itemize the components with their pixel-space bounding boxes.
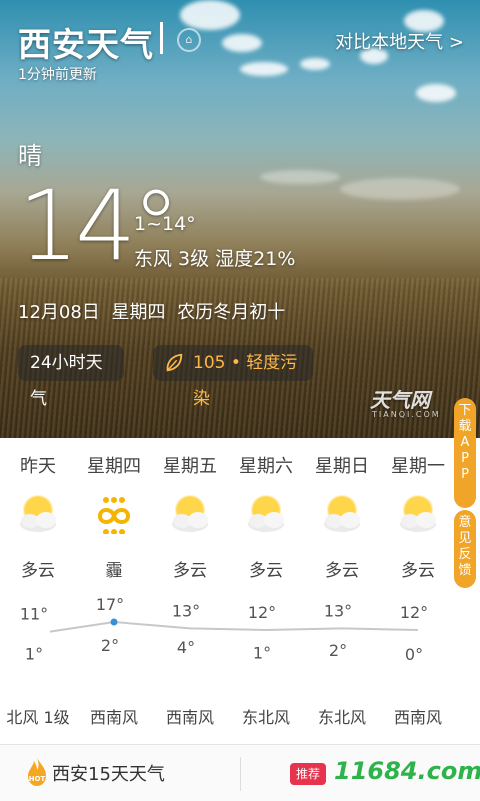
forecast-wind: 北风 1级 [6,708,70,727]
cloud [340,178,460,200]
partly-cloudy-icon [248,495,284,532]
high-temperature-line [49,620,419,633]
forecast-panel: 11° 1° 17° 2° 13° 4° 12° 1° 13° 2° 12° 0° 昨天多云北风 1级… [0,438,480,744]
forecast-condition: 多云 [249,561,283,581]
forecast-wind: 西南风 [165,708,214,727]
hot-fire-icon: HOT [28,758,46,786]
forecast-condition: 多云 [401,561,435,581]
partly-cloudy-icon [400,495,436,532]
cloud [260,170,340,184]
forecast-day-name: 星期六 [239,456,293,477]
forecast-day-name: 星期四 [87,456,141,477]
bottom-divider [240,757,241,791]
update-time: 1分钟前更新 [18,67,97,83]
feedback-label: 意见反馈 [458,515,472,578]
forecast-wind: 东北风 [317,708,366,727]
forecast-day-name: 星期五 [163,456,217,477]
low-temperature-label: 4° [177,638,195,657]
download-app-label: 下载APP [458,403,472,482]
forecast-condition: 多云 [21,561,55,581]
hot-badge: HOT [29,775,46,783]
feedback-tab[interactable]: 意见反馈 [454,510,476,588]
hourly-weather-button[interactable]: 24小时天气 [18,345,124,409]
low-temperature-label: 1° [25,645,43,664]
haze-icon [97,497,131,534]
temperature-chart: 11° 1° 17° 2° 13° 4° 12° 1° 13° 2° 12° 0° [20,595,428,664]
forecast-day-name: 星期日 [315,456,369,477]
today-point [110,618,118,626]
high-temperature-label: 12° [400,603,428,622]
current-condition: 晴 [18,142,42,170]
download-app-tab[interactable]: 下载APP [454,398,476,508]
cloud [222,34,262,52]
forecast-condition: 多云 [173,561,207,581]
high-temperature-label: 11° [20,605,48,624]
forecast-day-name: 星期一 [391,456,445,477]
city-name[interactable]: 西安天气 [18,18,154,66]
city-divider [160,22,163,54]
high-temperature-label: 13° [172,601,200,620]
bottom-bar: HOT 西安15天天气 推荐 11684.com [0,744,480,801]
air-quality-button[interactable]: 105 • 轻度污染 [153,345,313,409]
location-icon[interactable]: ⌂ [177,28,201,52]
site-logo: 11684.com [334,757,480,785]
high-temperature-label: 12° [248,603,276,622]
high-temperature-label: 17° [96,595,124,614]
leaf-icon [166,353,183,372]
forecast-condition: 霾 [105,561,123,581]
forecast-wind: 西南风 [89,708,138,727]
forecast-day-name: 昨天 [20,456,56,477]
temperature-range: 1~14° [134,213,196,235]
wind-humidity: 东风 3级 湿度21% [134,248,296,270]
date-line: 12月08日 星期四 农历冬月初十 [18,302,286,323]
fifteen-day-weather-link[interactable]: 西安15天天气 [52,760,165,786]
partly-cloudy-icon [20,495,56,532]
cloud [300,58,330,70]
low-temperature-label: 2° [101,636,119,655]
recommend-badge[interactable]: 推荐 [290,763,326,785]
tianqi-watermark-sub: TIANQI.COM [372,410,441,419]
partly-cloudy-icon [172,495,208,532]
forecast-wind: 西南风 [393,708,442,727]
forecast-condition: 多云 [325,561,359,581]
cloud [180,0,240,30]
high-temperature-label: 13° [324,601,352,620]
compare-local-weather-link[interactable]: 对比本地天气 > [335,28,464,54]
tianqi-watermark-logo: 天气网 [370,388,430,412]
low-temperature-label: 0° [405,645,423,664]
forecast-wind: 东北风 [241,708,290,727]
cloud [416,84,456,102]
low-temperature-label: 2° [329,641,347,660]
weather-hero: 西安天气 ⌂ 1分钟前更新 对比本地天气 > 晴 14° 1~14° 东风 3级… [0,0,480,438]
low-temperature-label: 1° [253,644,271,663]
cloud [240,62,288,76]
partly-cloudy-icon [324,495,360,532]
